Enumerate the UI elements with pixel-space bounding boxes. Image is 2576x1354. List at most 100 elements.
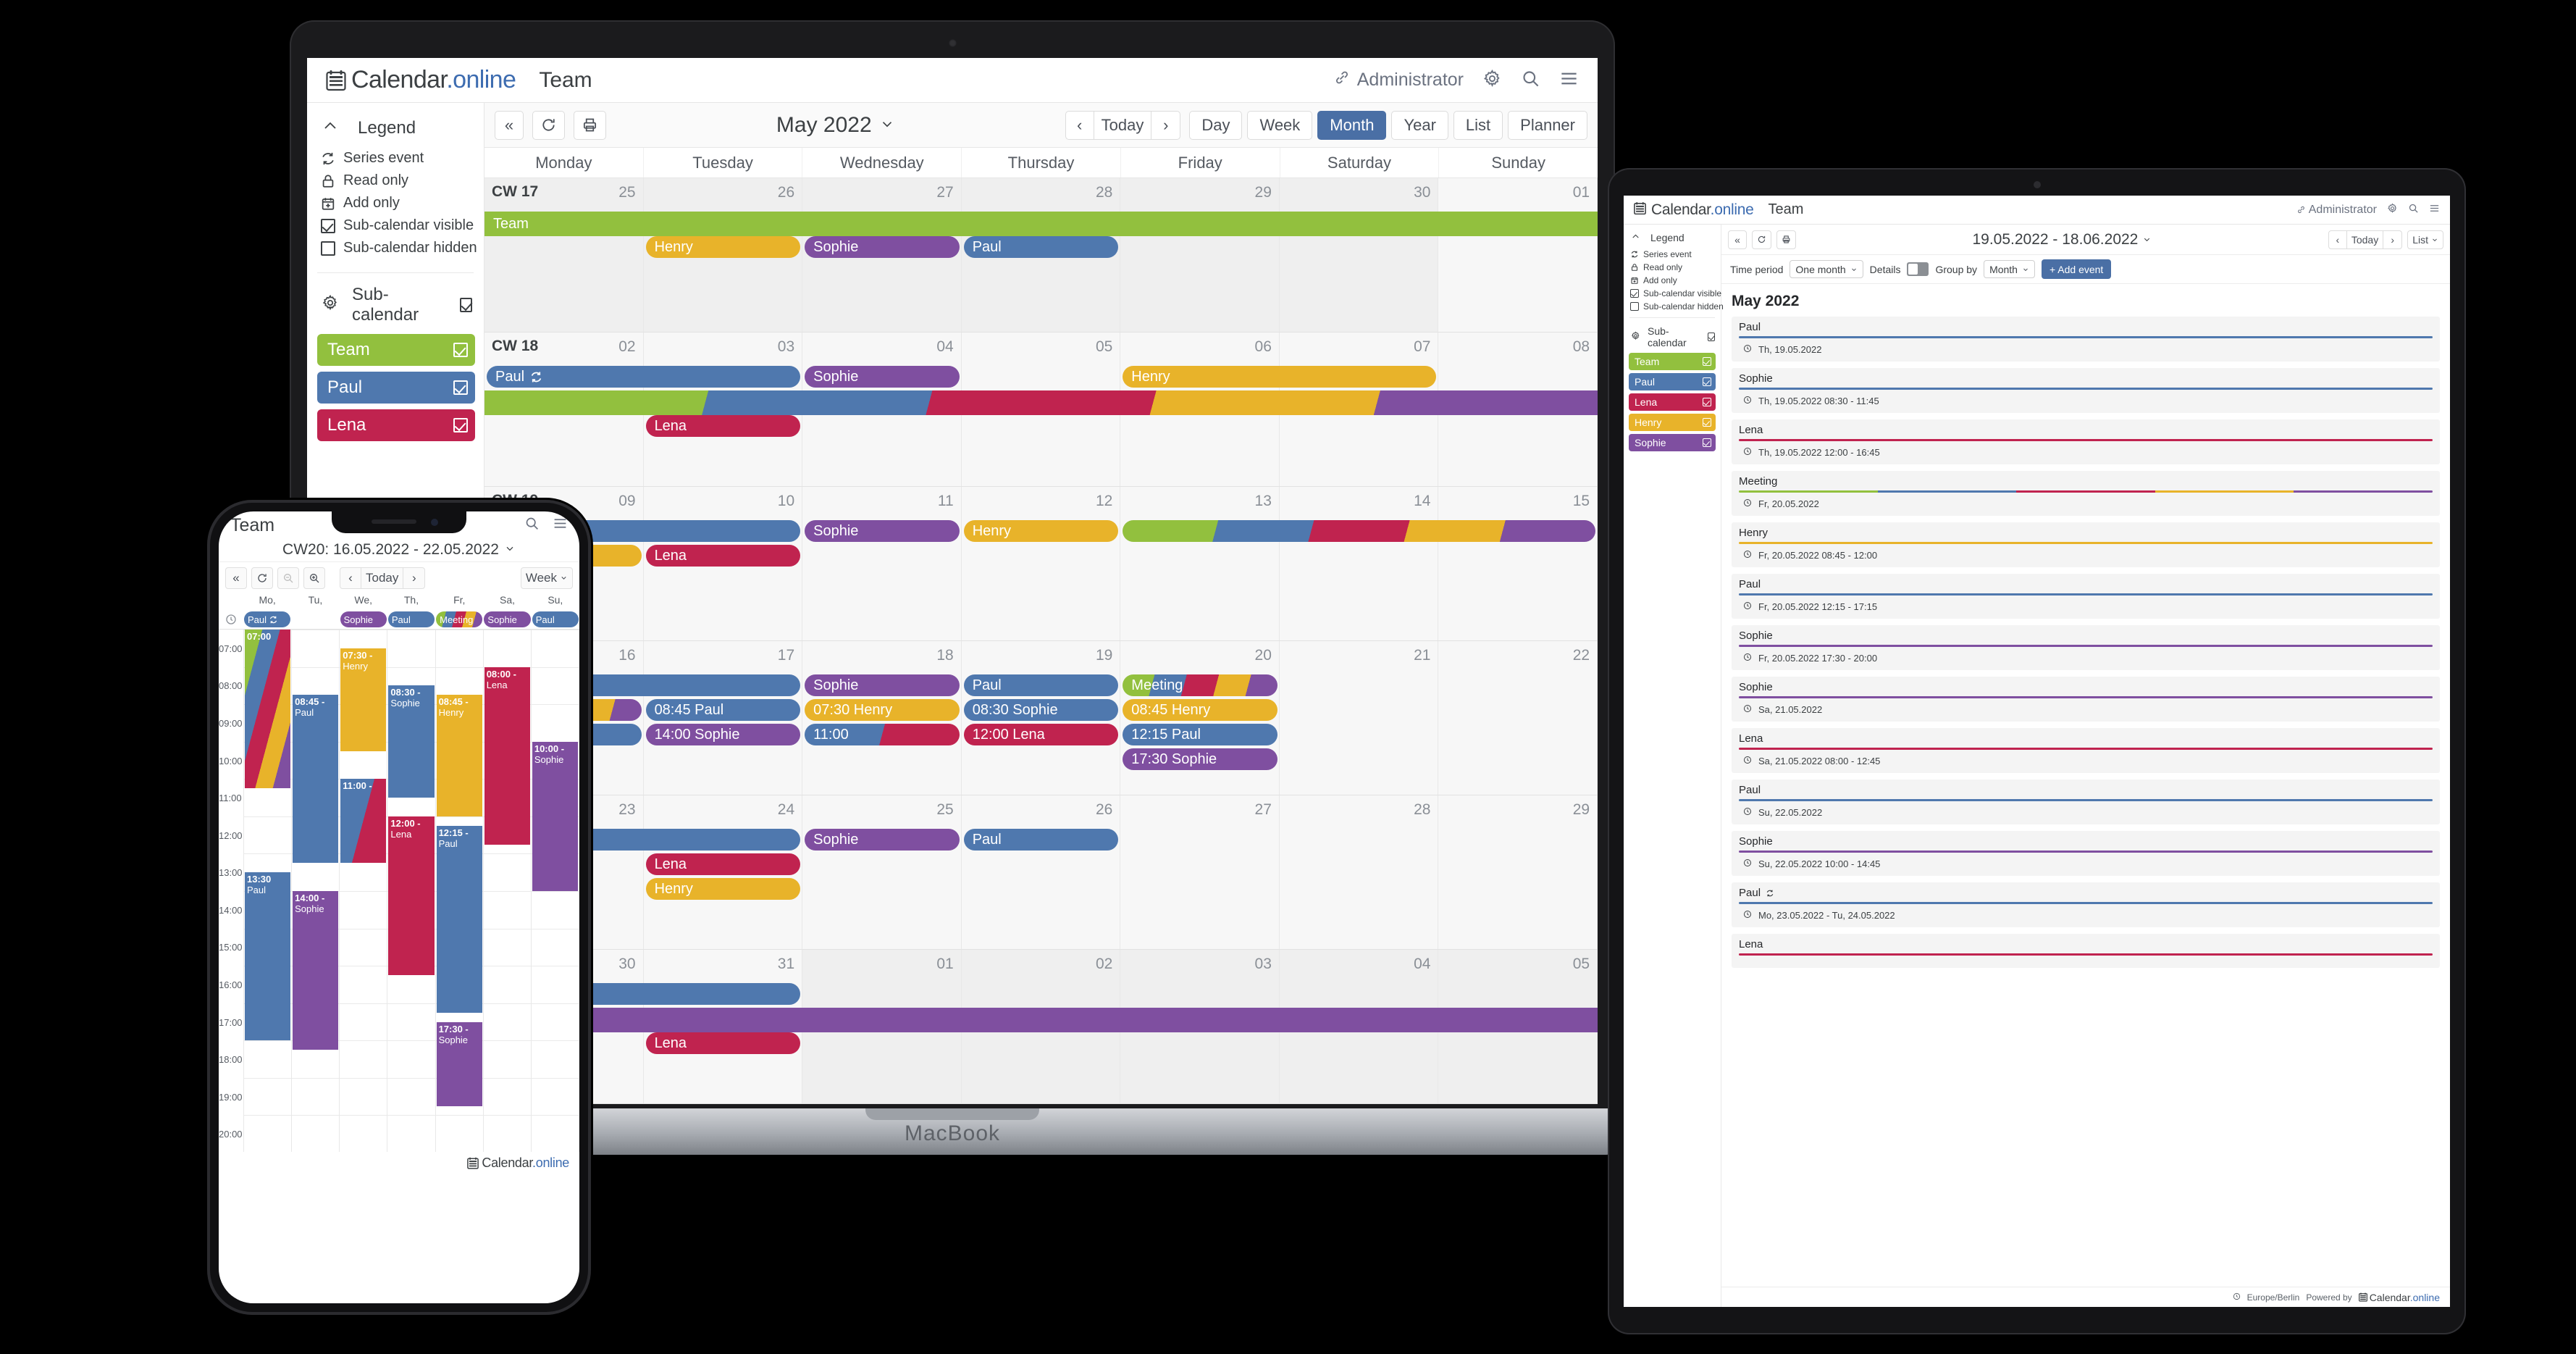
desktop-range-title[interactable]: May 2022	[615, 113, 1057, 138]
list-item[interactable]: Sophie Fr, 20.05.2022 17:30 - 20:00	[1732, 625, 2440, 670]
day-cell-header[interactable]: 31	[644, 950, 803, 979]
day-cell-header[interactable]: 22	[1438, 641, 1598, 670]
zoom-in-button[interactable]	[303, 567, 325, 589]
search-icon[interactable]	[2408, 203, 2419, 217]
today-button[interactable]: Today	[1094, 110, 1152, 140]
print-button[interactable]	[1776, 230, 1796, 249]
next-period-button[interactable]: ›	[1151, 110, 1181, 140]
legend-header[interactable]: Legend	[1624, 229, 1721, 248]
all-day-event[interactable]: Paul	[244, 611, 291, 627]
calendar-event[interactable]: Sophie	[805, 236, 960, 258]
sub-calendar-checkbox[interactable]	[1703, 438, 1711, 447]
list-item[interactable]: Paul Mo, 23.05.2022 - Tu, 24.05.2022	[1732, 882, 2440, 927]
day-cell-header[interactable]: 07	[1280, 333, 1439, 362]
collapse-sidebar-button[interactable]: «	[1728, 230, 1747, 249]
day-cell-header[interactable]: 25	[802, 795, 962, 824]
hamburger-menu-icon[interactable]	[2429, 203, 2440, 217]
day-cell-header[interactable]: 02	[961, 950, 1121, 979]
calendar-event[interactable]: Sophie	[805, 674, 960, 696]
legend-header[interactable]: Legend	[307, 112, 484, 147]
list-item[interactable]: Sophie Su, 22.05.2022 10:00 - 14:45	[1732, 831, 2440, 876]
day-cell-header[interactable]: 28	[961, 178, 1121, 207]
calendar-event[interactable]: 12:00 - Lena	[388, 816, 435, 976]
day-cell-header[interactable]: 28	[1280, 795, 1439, 824]
day-cell-header[interactable]: 05	[962, 333, 1121, 362]
group-by-select[interactable]: Month	[1984, 260, 2035, 278]
sub-calendar-checkbox[interactable]	[453, 380, 468, 395]
calendar-event[interactable]: 12:00 Lena	[963, 724, 1119, 745]
sub-calendar-checkbox[interactable]	[453, 343, 468, 357]
all-day-event[interactable]: Sophie	[484, 611, 531, 627]
calendar-event[interactable]: Lena	[645, 415, 801, 437]
prev-period-button[interactable]: ‹	[2328, 230, 2347, 249]
footer-brand-logo[interactable]: Calendar.online	[467, 1156, 569, 1171]
brand-logo[interactable]: Calendar.online	[326, 66, 516, 94]
view-switcher-button[interactable]: Week	[520, 567, 573, 589]
day-column[interactable]: 08:45 - Henry 12:15 - Paul 17:30 - Sophie	[435, 630, 483, 1152]
calendar-event[interactable]: Henry	[645, 878, 801, 900]
sub-calendar-checkbox[interactable]	[1703, 377, 1711, 386]
sub-calendar-master-checkbox[interactable]	[460, 298, 472, 312]
calendar-event[interactable]: 11:00	[805, 724, 960, 745]
day-cell-header[interactable]: 29	[1120, 178, 1280, 207]
calendar-event[interactable]: 07:30 Henry	[805, 699, 960, 721]
day-cell-header[interactable]: 27	[802, 178, 962, 207]
calendar-event[interactable]: Meeting	[1123, 674, 1277, 696]
calendar-event[interactable]	[1123, 520, 1595, 542]
view-button-year[interactable]: Year	[1391, 110, 1448, 140]
calendar-event[interactable]: 11:00 -	[340, 779, 387, 864]
calendar-event[interactable]: 08:30 - Sophie	[388, 685, 435, 798]
view-button-planner[interactable]: Planner	[1508, 110, 1587, 140]
calendar-event[interactable]: 17:30 - Sophie	[436, 1021, 482, 1106]
all-day-event[interactable]: Meeting	[436, 611, 483, 627]
day-column[interactable]: 08:00 - Lena	[482, 630, 531, 1152]
calendar-event[interactable]: 10:00 - Sophie	[532, 741, 578, 891]
calendar-event[interactable]: Lena	[645, 545, 801, 567]
day-cell-header[interactable]: 20	[1120, 641, 1280, 670]
calendar-event[interactable]: 08:45 - Henry	[436, 695, 482, 816]
day-cell-header[interactable]: 27	[1120, 795, 1280, 824]
sub-calendar-item-sophie[interactable]: Sophie	[1629, 434, 1716, 451]
zoom-out-button[interactable]	[277, 567, 299, 589]
user-account-button[interactable]: Administrator	[2296, 204, 2377, 217]
sub-calendar-item-paul[interactable]: Paul	[1629, 373, 1716, 390]
gear-icon[interactable]	[2387, 203, 2398, 217]
list-item[interactable]: Lena Sa, 21.05.2022 08:00 - 12:45	[1732, 728, 2440, 773]
calendar-event[interactable]: Sophie	[805, 366, 960, 388]
brand-logo[interactable]: Calendar.online	[1634, 201, 1754, 219]
details-toggle[interactable]	[1907, 262, 1929, 276]
sub-calendar-checkbox[interactable]	[1703, 418, 1711, 427]
day-cell-header[interactable]: 15	[1438, 487, 1598, 516]
search-icon[interactable]	[524, 516, 540, 535]
day-cell-header[interactable]: 03	[1120, 950, 1280, 979]
calendar-event[interactable]: Sophie	[805, 520, 960, 542]
hamburger-menu-icon[interactable]	[1559, 69, 1579, 92]
day-cell-header[interactable]: 19	[962, 641, 1121, 670]
calendar-event[interactable]: Sophie	[805, 829, 960, 851]
time-period-select[interactable]: One month	[1790, 260, 1863, 278]
list-item[interactable]: Paul Su, 22.05.2022	[1732, 780, 2440, 824]
sub-calendar-item-team[interactable]: Team	[317, 334, 475, 366]
sub-calendar-item-team[interactable]: Team	[1629, 353, 1716, 370]
sub-calendar-checkbox[interactable]	[453, 418, 468, 432]
day-cell-header[interactable]: 01	[802, 950, 962, 979]
calendar-event[interactable]: 17:30 Sophie	[1123, 748, 1277, 770]
sub-calendar-item-lena[interactable]: Lena	[1629, 393, 1716, 411]
day-column[interactable]: 07:00 13:30 Paul	[243, 630, 291, 1152]
day-cell-header[interactable]: 12	[962, 487, 1121, 516]
view-button-list[interactable]: List	[1453, 110, 1503, 140]
all-day-event[interactable]: Paul	[532, 611, 579, 627]
today-button[interactable]: Today	[361, 567, 404, 589]
day-cell-header[interactable]: 14	[1280, 487, 1439, 516]
list-item[interactable]: Sophie Th, 19.05.2022 08:30 - 11:45	[1732, 368, 2440, 413]
calendar-event[interactable]: Henry	[963, 520, 1119, 542]
phone-range-title[interactable]: CW20: 16.05.2022 - 22.05.2022	[219, 538, 579, 562]
gear-icon[interactable]	[1482, 69, 1502, 92]
list-item[interactable]: Henry Fr, 20.05.2022 08:45 - 12:00	[1732, 522, 2440, 567]
calendar-event[interactable]: Henry	[1123, 366, 1437, 388]
calendar-event[interactable]: 08:00 - Lena	[484, 666, 530, 845]
day-cell-header[interactable]: 26	[643, 178, 803, 207]
calendar-event[interactable]: 12:15 - Paul	[436, 825, 482, 1013]
calendar-event[interactable]: 07:00	[245, 630, 291, 789]
day-column[interactable]: 07:30 - Henry 11:00 -	[339, 630, 387, 1152]
